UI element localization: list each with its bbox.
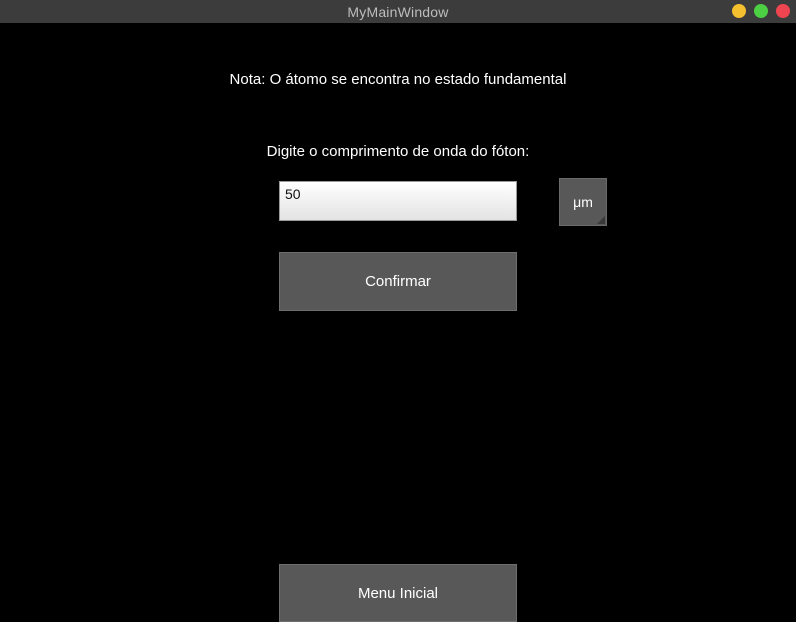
main-menu-button-label: Menu Inicial — [357, 584, 439, 602]
unit-selector-button[interactable]: μm — [559, 178, 607, 226]
confirm-button-label: Confirmar — [365, 273, 431, 290]
main-window: MyMainWindow Nota: O átomo se encontra n… — [0, 0, 796, 622]
main-menu-button[interactable]: Menu Inicial — [279, 564, 517, 622]
window-controls — [732, 4, 790, 18]
close-button[interactable] — [776, 4, 790, 18]
note-label: Nota: O átomo se encontra no estado fund… — [229, 71, 567, 88]
unit-label: μm — [573, 194, 593, 210]
wavelength-prompt-label: Digite o comprimento de onda do fóton: — [266, 143, 530, 160]
title-bar[interactable]: MyMainWindow — [0, 0, 796, 23]
maximize-button[interactable] — [754, 4, 768, 18]
dropdown-corner-icon — [597, 216, 605, 224]
confirm-button[interactable]: Confirmar — [279, 252, 517, 311]
wavelength-input[interactable] — [279, 181, 517, 221]
minimize-button[interactable] — [732, 4, 746, 18]
window-title: MyMainWindow — [347, 3, 449, 20]
